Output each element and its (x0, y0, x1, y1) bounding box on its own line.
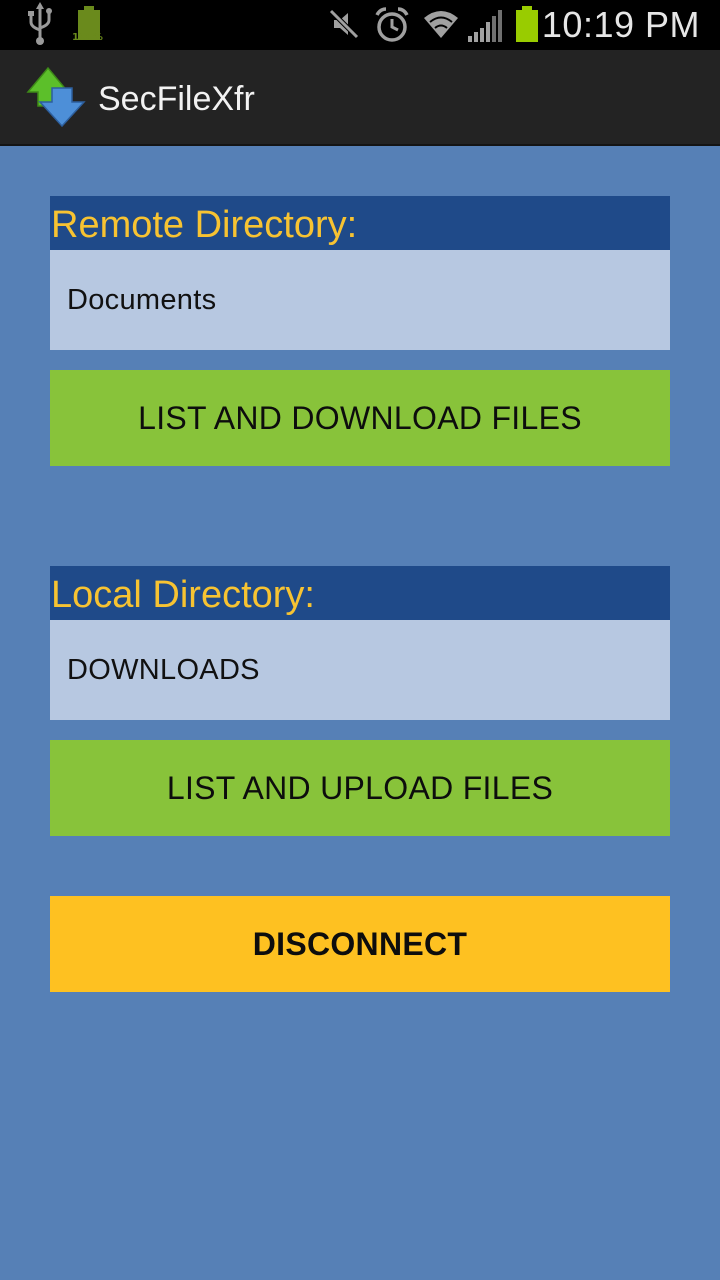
clock: 10:19 PM (541, 4, 700, 45)
local-directory-label: Local Directory: (50, 566, 670, 620)
battery-percent-label: 100% (72, 32, 103, 43)
wifi-icon (424, 11, 458, 38)
mute-icon (329, 9, 359, 39)
transfer-arrows-icon[interactable] (26, 64, 90, 130)
usb-icon (28, 2, 52, 45)
battery-icon (516, 6, 538, 42)
action-bar: SecFileXfr (0, 50, 720, 146)
remote-directory-field[interactable]: Documents (50, 250, 670, 350)
alarm-icon (375, 7, 409, 42)
signal-icon (468, 10, 502, 42)
status-bar: 100% 10:19 PM (0, 0, 720, 50)
list-and-download-button[interactable]: LIST AND DOWNLOAD FILES (50, 370, 670, 466)
list-and-upload-button[interactable]: LIST AND UPLOAD FILES (50, 740, 670, 836)
app-title: SecFileXfr (98, 80, 255, 118)
local-directory-field[interactable]: DOWNLOADS (50, 620, 670, 720)
remote-directory-label: Remote Directory: (50, 196, 670, 250)
disconnect-button[interactable]: DISCONNECT (50, 896, 670, 992)
